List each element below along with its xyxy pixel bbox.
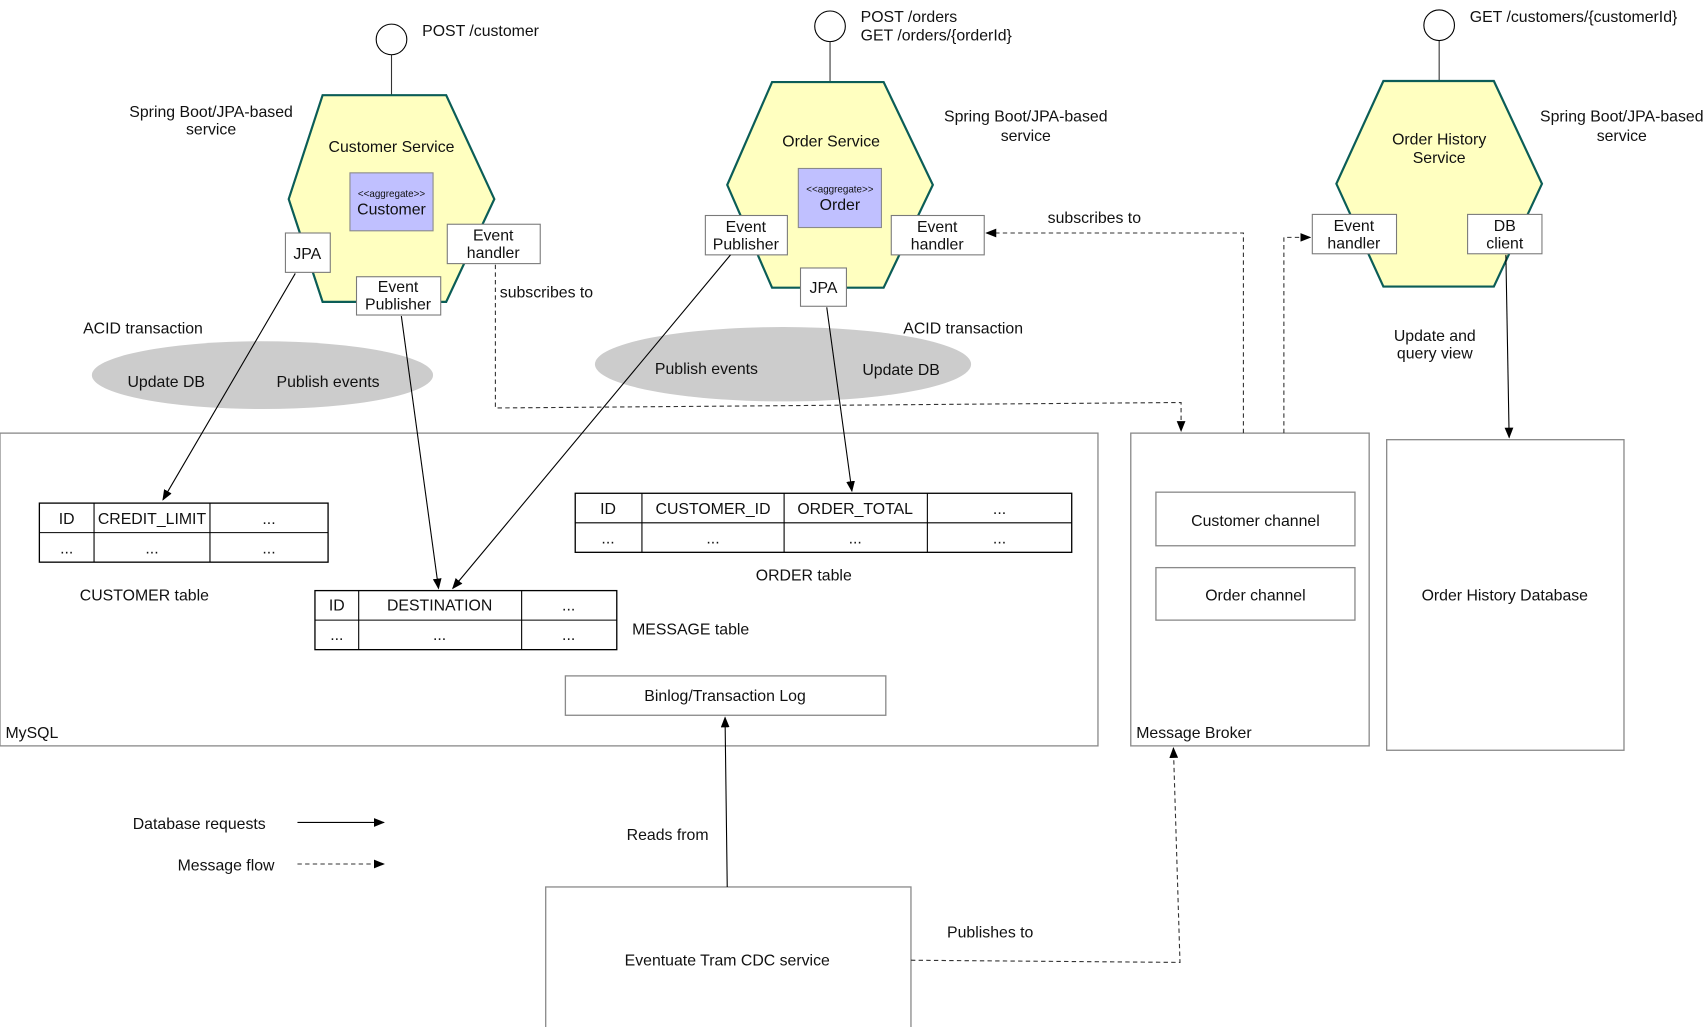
message-flow-arrow bbox=[1283, 232, 1312, 434]
message-broker: Customer channel Order channel Message B… bbox=[1130, 432, 1370, 747]
table-header: ... bbox=[562, 597, 575, 614]
order-service: POST /orders GET /orders/{orderId} Sprin… bbox=[704, 9, 1108, 307]
event-handler-label: Event bbox=[1334, 218, 1375, 235]
broker-label: Message Broker bbox=[1136, 725, 1252, 742]
event-handler-label: Event bbox=[473, 228, 514, 245]
publish-events-label: Publish events bbox=[655, 361, 758, 378]
table-caption: MESSAGE table bbox=[632, 621, 749, 638]
table-cell: ... bbox=[330, 627, 343, 644]
event-handler-label: handler bbox=[467, 245, 521, 262]
table-cell: ... bbox=[262, 540, 275, 557]
aggregate-name: Order bbox=[820, 197, 861, 214]
aggregate-stereotype: <<aggregate>> bbox=[358, 189, 425, 200]
service-note: Spring Boot/JPA-based bbox=[944, 108, 1108, 125]
service-note: Spring Boot/JPA-based bbox=[1540, 108, 1704, 125]
table-header: ... bbox=[993, 501, 1006, 518]
service-name: Order Service bbox=[782, 134, 880, 151]
api-label: GET /customers/{customerId} bbox=[1470, 9, 1678, 26]
api-endpoint-icon[interactable] bbox=[375, 23, 408, 56]
table-cell: ... bbox=[433, 627, 446, 644]
db-client-label: client bbox=[1486, 235, 1524, 252]
binlog-box: Binlog/Transaction Log bbox=[564, 675, 887, 716]
table-header: DESTINATION bbox=[387, 597, 492, 614]
acid-transaction-order: ACID transaction Publish events Update D… bbox=[594, 321, 1023, 402]
aggregate-name: Customer bbox=[357, 201, 426, 218]
api-label: POST /orders bbox=[861, 9, 958, 26]
api-endpoint-icon[interactable] bbox=[814, 10, 846, 43]
event-publisher-label: Event bbox=[726, 219, 767, 236]
jpa-label: JPA bbox=[810, 280, 838, 297]
event-publisher-label: Publisher bbox=[365, 297, 432, 314]
legend-message-flow: Message flow bbox=[178, 858, 275, 875]
table-header: CUSTOMER_ID bbox=[656, 501, 771, 518]
table-cell: ... bbox=[145, 540, 158, 557]
db-request-arrow bbox=[1504, 254, 1514, 439]
cdc-service: Eventuate Tram CDC service bbox=[545, 886, 912, 1027]
acid-label: ACID transaction bbox=[903, 321, 1023, 338]
api-label: GET /orders/{orderId} bbox=[861, 28, 1012, 45]
edge-label: Reads from bbox=[627, 827, 709, 844]
db-client-label: DB bbox=[1494, 218, 1516, 235]
event-handler-label: Event bbox=[917, 219, 958, 236]
table-header: CREDIT_LIMIT bbox=[98, 511, 207, 528]
table-cell: ... bbox=[706, 531, 719, 548]
table-caption: ORDER table bbox=[756, 568, 852, 585]
table-header: ORDER_TOTAL bbox=[797, 501, 913, 518]
table-caption: CUSTOMER table bbox=[80, 587, 209, 604]
legend-database-requests: Database requests bbox=[133, 816, 266, 833]
event-publisher-label: Event bbox=[378, 279, 419, 296]
acid-label: ACID transaction bbox=[83, 321, 203, 338]
service-hexagon bbox=[1335, 79, 1544, 288]
service-name: Order History bbox=[1392, 131, 1486, 148]
table-cell: ... bbox=[60, 540, 73, 557]
cdc-service-label: Eventuate Tram CDC service bbox=[625, 953, 830, 970]
table-cell: ... bbox=[849, 531, 862, 548]
edge-label: subscribes to bbox=[1048, 210, 1142, 227]
event-handler-label: handler bbox=[1327, 235, 1381, 252]
acid-transaction-customer: ACID transaction Update DB Publish event… bbox=[83, 321, 434, 410]
table-cell: ... bbox=[562, 627, 575, 644]
order-channel-label: Order channel bbox=[1205, 587, 1305, 604]
service-note: service bbox=[1001, 128, 1051, 145]
table-header: ID bbox=[329, 597, 345, 614]
service-note: Spring Boot/JPA-based bbox=[129, 104, 293, 121]
customer-channel-label: Customer channel bbox=[1191, 513, 1320, 530]
table-header: ID bbox=[59, 511, 75, 528]
architecture-diagram: ACID transaction Update DB Publish event… bbox=[0, 9, 1704, 1027]
publish-events-label: Publish events bbox=[277, 374, 380, 391]
customer-service: POST /customer Spring Boot/JPA-based ser… bbox=[129, 23, 541, 316]
order-history-db-label: Order History Database bbox=[1422, 587, 1589, 604]
service-name: Customer Service bbox=[329, 139, 455, 156]
edge-label: query view bbox=[1397, 346, 1473, 363]
mysql-label: MySQL bbox=[5, 725, 58, 742]
edge-label: Publishes to bbox=[947, 924, 1034, 941]
event-handler-label: handler bbox=[911, 236, 965, 253]
api-label: POST /customer bbox=[422, 23, 540, 40]
api-endpoint-icon[interactable] bbox=[1423, 9, 1456, 42]
aggregate-stereotype: <<aggregate>> bbox=[806, 185, 873, 196]
binlog-label: Binlog/Transaction Log bbox=[644, 688, 805, 705]
event-publisher-label: Publisher bbox=[713, 236, 780, 253]
service-note: service bbox=[1597, 128, 1647, 145]
table-header: ... bbox=[262, 511, 275, 528]
update-db-label: Update DB bbox=[862, 362, 940, 379]
edge-label: subscribes to bbox=[500, 285, 594, 302]
update-db-label: Update DB bbox=[127, 374, 205, 391]
edge-label: Update and bbox=[1394, 328, 1476, 345]
order-history-service: GET /customers/{customerId} Spring Boot/… bbox=[1311, 9, 1704, 288]
table-cell: ... bbox=[601, 531, 614, 548]
service-name: Service bbox=[1413, 150, 1466, 167]
jpa-label: JPA bbox=[293, 246, 321, 263]
service-note: service bbox=[186, 122, 236, 139]
legend: Database requests Message flow bbox=[133, 816, 385, 875]
table-header: ID bbox=[600, 501, 616, 518]
table-cell: ... bbox=[993, 531, 1006, 548]
message-flow-arrow bbox=[985, 228, 1244, 434]
order-history-database: Order History Database bbox=[1386, 439, 1625, 751]
